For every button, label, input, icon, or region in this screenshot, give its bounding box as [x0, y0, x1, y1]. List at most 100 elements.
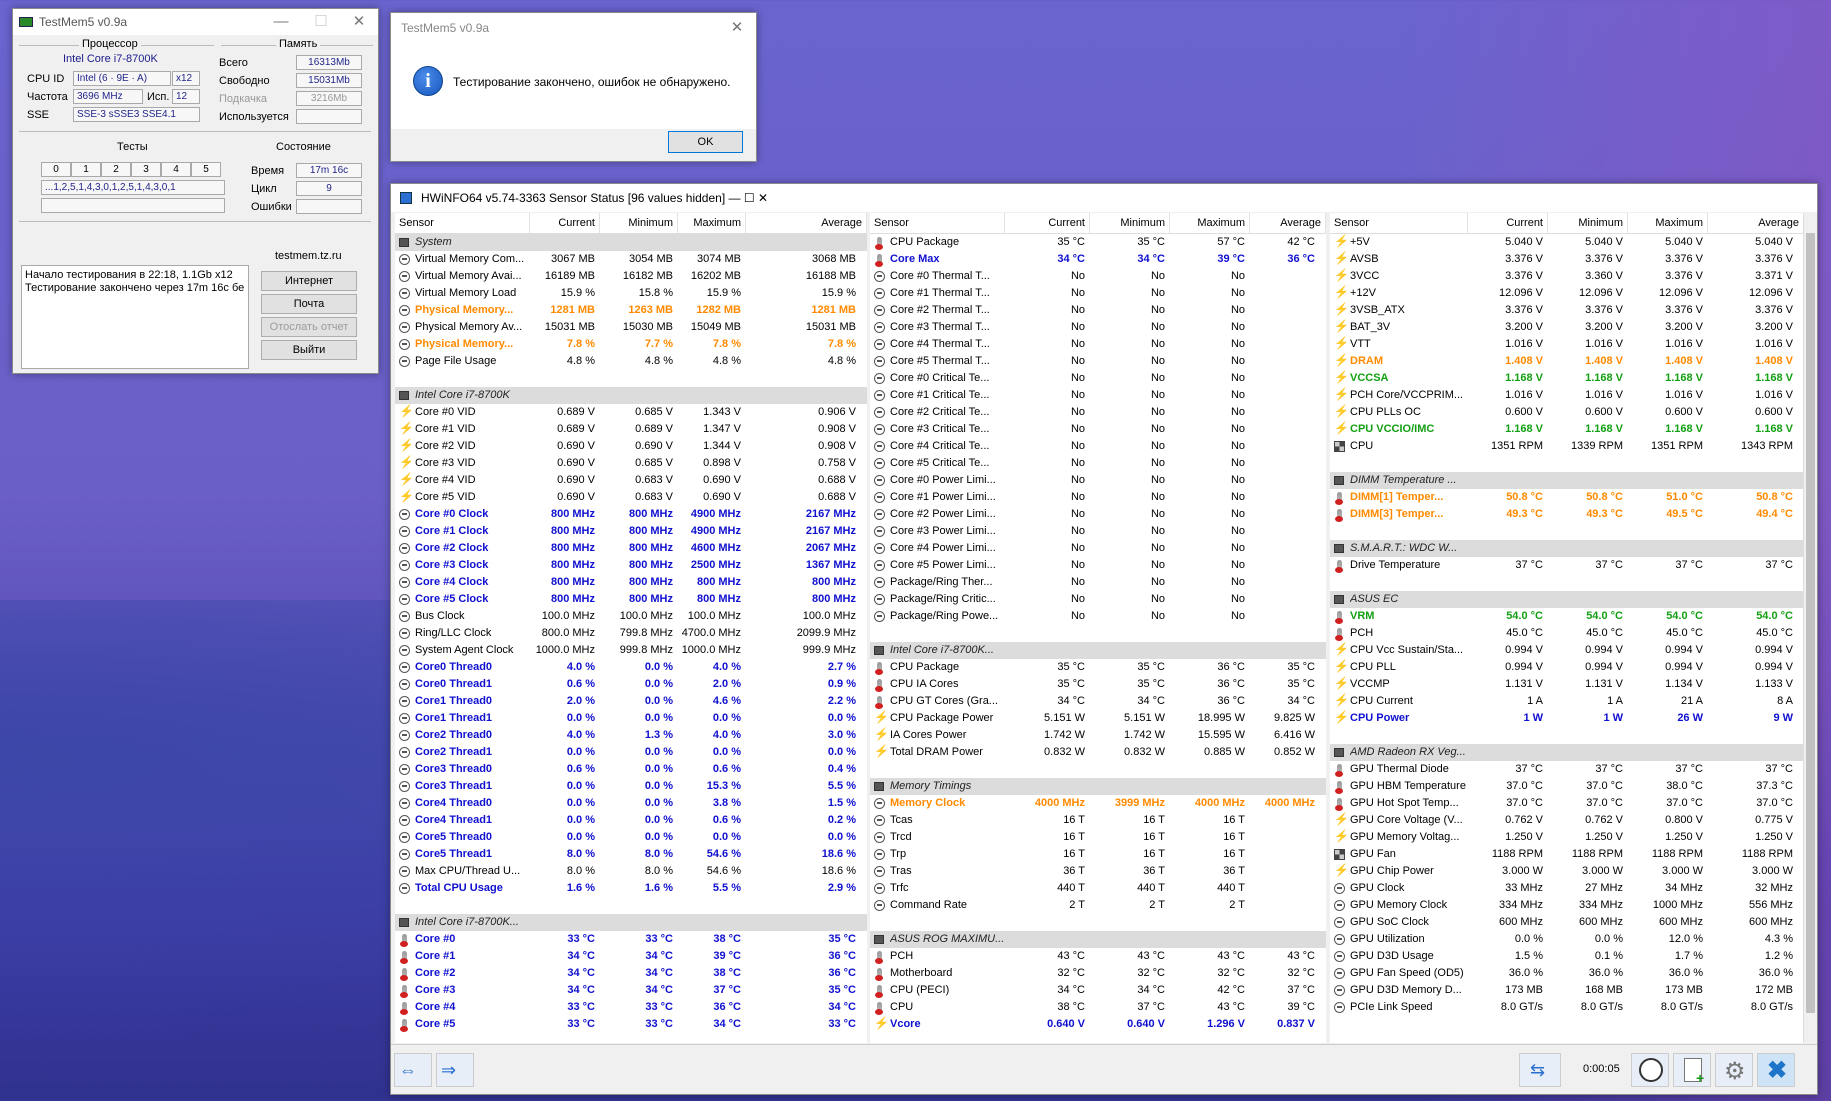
sensor-row[interactable]: Package/Ring Powe... No No No [870, 608, 1326, 625]
maximize-icon[interactable]: ☐ [744, 191, 755, 205]
sensor-row[interactable]: ⚡ CPU Vcc Sustain/Sta... 0.994 V 0.994 V 0.9… [1330, 642, 1804, 659]
sensor-row[interactable]: PCH 43 °C 43 °C 43 °C 43 °C [870, 948, 1326, 965]
sensor-group-row[interactable]: AMD Radeon RX Veg... [1330, 744, 1804, 761]
sensor-row[interactable]: Core #5 33 °C 33 °C 34 °C 33 °C [395, 1016, 867, 1033]
sensor-row[interactable]: Core #4 Thermal T... No No No [870, 336, 1326, 353]
sensor-row[interactable]: CPU 38 °C 37 °C 43 °C 39 °C [870, 999, 1326, 1016]
sensor-row[interactable]: Package/Ring Critic... No No No [870, 591, 1326, 608]
sensor-row[interactable]: Core2 Thread1 0.0 % 0.0 % 0.0 % 0.0 % [395, 744, 867, 761]
sensor-row[interactable]: Virtual Memory Avai... 16189 MB 16182 MB 16… [395, 268, 867, 285]
log-textarea[interactable]: Начало тестирования в 22:18, 1.1Gb x12 Т… [21, 265, 249, 369]
sensor-group-row[interactable]: ASUS ROG MAXIMU... [870, 931, 1326, 948]
sensor-row[interactable]: Core #3 Power Limi... No No No [870, 523, 1326, 540]
exit-button[interactable]: Выйти [261, 340, 357, 360]
sensor-row[interactable]: PCH 45.0 °C 45.0 °C 45.0 °C 45.0 °C [1330, 625, 1804, 642]
network-icon[interactable]: ⇆ [1519, 1053, 1561, 1087]
sensor-row[interactable]: Core #1 34 °C 34 °C 39 °C 36 °C [395, 948, 867, 965]
sensor-row[interactable]: Trp 16 T 16 T 16 T [870, 846, 1326, 863]
column-header-sensor[interactable]: Sensor [395, 213, 530, 234]
sensor-row[interactable]: Virtual Memory Load 15.9 % 15.8 % 15.9 % 15.… [395, 285, 867, 302]
expand-arrows-icon[interactable]: ⇔ [394, 1053, 432, 1087]
sensor-row[interactable]: ⚡ Core #0 VID 0.689 V 0.685 V 1.343 V 0.906 V [395, 404, 867, 421]
sensor-row[interactable]: Core3 Thread1 0.0 % 0.0 % 15.3 % 5.5 % [395, 778, 867, 795]
column-header-maximum[interactable]: Maximum [1628, 213, 1708, 234]
sensor-row[interactable]: Total CPU Usage 1.6 % 1.6 % 5.5 % 2.9 % [395, 880, 867, 897]
sensor-group-row[interactable]: S.M.A.R.T.: WDC W... [1330, 540, 1804, 557]
sensor-row[interactable]: CPU (PECI) 34 °C 34 °C 42 °C 37 °C [870, 982, 1326, 999]
sensor-row[interactable]: Core #2 Power Limi... No No No [870, 506, 1326, 523]
sensor-row[interactable]: Max CPU/Thread U... 8.0 % 8.0 % 54.6 % 18.6 … [395, 863, 867, 880]
sensor-row[interactable]: GPU Thermal Diode 37 °C 37 °C 37 °C 37 °C [1330, 761, 1804, 778]
sensor-row[interactable]: Core #3 Clock 800 MHz 800 MHz 2500 MHz 1367 … [395, 557, 867, 574]
column-header-current[interactable]: Current [1005, 213, 1090, 234]
sensor-row[interactable]: GPU Fan Speed (OD5) 36.0 % 36.0 % 36.0 % 36.… [1330, 965, 1804, 982]
sensor-row[interactable]: Bus Clock 100.0 MHz 100.0 MHz 100.0 MHz 100.… [395, 608, 867, 625]
sensor-row[interactable]: Package/Ring Ther... No No No [870, 574, 1326, 591]
ok-button[interactable]: OK [668, 131, 743, 153]
minimize-icon[interactable]: — [729, 191, 741, 205]
sensor-row[interactable]: Core #4 Clock 800 MHz 800 MHz 800 MHz 800 MH… [395, 574, 867, 591]
sensor-row[interactable]: ⚡ VCCMP 1.131 V 1.131 V 1.134 V 1.133 V [1330, 676, 1804, 693]
sensor-row[interactable]: ⚡ +12V 12.096 V 12.096 V 12.096 V 12.096 V [1330, 285, 1804, 302]
column-header-sensor[interactable]: Sensor [1330, 213, 1468, 234]
sensor-row[interactable]: Core #3 Thermal T... No No No [870, 319, 1326, 336]
column-header-sensor[interactable]: Sensor [870, 213, 1005, 234]
sensor-row[interactable]: Physical Memory... 7.8 % 7.7 % 7.8 % 7.8 % [395, 336, 867, 353]
column-header-maximum[interactable]: Maximum [678, 213, 746, 234]
column-header-minimum[interactable]: Minimum [1548, 213, 1628, 234]
sensor-row[interactable]: ⚡ Core #4 VID 0.690 V 0.683 V 0.690 V 0.688 V [395, 472, 867, 489]
add-report-icon[interactable]: + [1673, 1053, 1711, 1087]
sensor-row[interactable]: Core #2 Thermal T... No No No [870, 302, 1326, 319]
column-header-current[interactable]: Current [530, 213, 600, 234]
close-icon[interactable]: ✕ [717, 13, 757, 43]
sensor-group-row[interactable]: Memory Timings [870, 778, 1326, 795]
sensor-row[interactable]: ⚡ Core #5 VID 0.690 V 0.683 V 0.690 V 0.688 V [395, 489, 867, 506]
sensor-group-row[interactable]: Intel Core i7-8700K [395, 387, 867, 404]
column-header-current[interactable]: Current [1468, 213, 1548, 234]
sensor-row[interactable]: Drive Temperature 37 °C 37 °C 37 °C 37 °C [1330, 557, 1804, 574]
column-header-average[interactable]: Average [1708, 213, 1804, 234]
sensor-row[interactable]: Memory Clock 4000 MHz 3999 MHz 4000 MHz 4000… [870, 795, 1326, 812]
sensor-group-row[interactable]: System [395, 234, 867, 251]
sensor-row[interactable]: CPU IA Cores 35 °C 35 °C 36 °C 35 °C [870, 676, 1326, 693]
sensor-row[interactable]: Core #3 34 °C 34 °C 37 °C 35 °C [395, 982, 867, 999]
sensor-row[interactable]: Tras 36 T 36 T 36 T [870, 863, 1326, 880]
sensor-row[interactable]: ⚡ VCCSA 1.168 V 1.168 V 1.168 V 1.168 V [1330, 370, 1804, 387]
sensor-row[interactable]: ⚡ CPU Current 1 A 1 A 21 A 8 A [1330, 693, 1804, 710]
sensor-row[interactable]: GPU Fan 1188 RPM 1188 RPM 1188 RPM 1188 RPM [1330, 846, 1804, 863]
sensor-row[interactable]: Core #0 Clock 800 MHz 800 MHz 4900 MHz 2167 … [395, 506, 867, 523]
sensor-row[interactable]: ⚡ GPU Memory Voltag... 1.250 V 1.250 V 1.250… [1330, 829, 1804, 846]
sensor-row[interactable]: Core #5 Thermal T... No No No [870, 353, 1326, 370]
sensor-row[interactable]: ⚡ 3VSB_ATX 3.376 V 3.376 V 3.376 V 3.376 V [1330, 302, 1804, 319]
sensor-row[interactable]: ⚡ CPU Package Power 5.151 W 5.151 W 18.995 W… [870, 710, 1326, 727]
sensor-row[interactable]: Core #0 Critical Te... No No No [870, 370, 1326, 387]
sensor-row[interactable]: ⚡ AVSB 3.376 V 3.376 V 3.376 V 3.376 V [1330, 251, 1804, 268]
sensor-row[interactable]: Core #2 Clock 800 MHz 800 MHz 4600 MHz 2067 … [395, 540, 867, 557]
sensor-row[interactable]: Core #0 Power Limi... No No No [870, 472, 1326, 489]
sensor-row[interactable]: CPU GT Cores (Gra... 34 °C 34 °C 36 °C 34 °C [870, 693, 1326, 710]
internet-button[interactable]: Интернет [261, 271, 357, 291]
sensor-row[interactable]: ⚡ +5V 5.040 V 5.040 V 5.040 V 5.040 V [1330, 234, 1804, 251]
sensor-row[interactable]: ⚡ Total DRAM Power 0.832 W 0.832 W 0.885 W 0.… [870, 744, 1326, 761]
sensor-row[interactable]: Command Rate 2 T 2 T 2 T [870, 897, 1326, 914]
sensor-row[interactable]: ⚡ CPU Power 1 W 1 W 26 W 9 W [1330, 710, 1804, 727]
sensor-row[interactable]: ⚡ DRAM 1.408 V 1.408 V 1.408 V 1.408 V [1330, 353, 1804, 370]
sensor-row[interactable]: Core #2 Critical Te... No No No [870, 404, 1326, 421]
sensor-group-row[interactable]: DIMM Temperature ... [1330, 472, 1804, 489]
sensor-row[interactable]: ⚡ BAT_3V 3.200 V 3.200 V 3.200 V 3.200 V [1330, 319, 1804, 336]
sensor-row[interactable]: Core0 Thread0 4.0 % 0.0 % 4.0 % 2.7 % [395, 659, 867, 676]
sensor-row[interactable]: CPU Package 35 °C 35 °C 57 °C 42 °C [870, 234, 1326, 251]
sensor-row[interactable]: ⚡ Core #1 VID 0.689 V 0.689 V 1.347 V 0.908 V [395, 421, 867, 438]
sensor-row[interactable]: Core #2 34 °C 34 °C 38 °C 36 °C [395, 965, 867, 982]
sensor-row[interactable]: Core #1 Power Limi... No No No [870, 489, 1326, 506]
dialog-titlebar[interactable]: TestMem5 v0.9a ✕ [391, 13, 756, 43]
mail-button[interactable]: Почта [261, 294, 357, 314]
sensor-row[interactable]: ⚡ GPU Chip Power 3.000 W 3.000 W 3.000 W 3.00… [1330, 863, 1804, 880]
sensor-row[interactable]: CPU 1351 RPM 1339 RPM 1351 RPM 1343 RPM [1330, 438, 1804, 455]
sensor-row[interactable]: Core #0 Thermal T... No No No [870, 268, 1326, 285]
sensor-row[interactable]: Core #4 33 °C 33 °C 36 °C 34 °C [395, 999, 867, 1016]
sensor-row[interactable]: Motherboard 32 °C 32 °C 32 °C 32 °C [870, 965, 1326, 982]
sensor-row[interactable]: Virtual Memory Com... 3067 MB 3054 MB 3074 … [395, 251, 867, 268]
sensor-row[interactable]: GPU HBM Temperature 37.0 °C 37.0 °C 38.0 °C… [1330, 778, 1804, 795]
sensor-row[interactable]: ⚡ Core #2 VID 0.690 V 0.690 V 1.344 V 0.908 V [395, 438, 867, 455]
